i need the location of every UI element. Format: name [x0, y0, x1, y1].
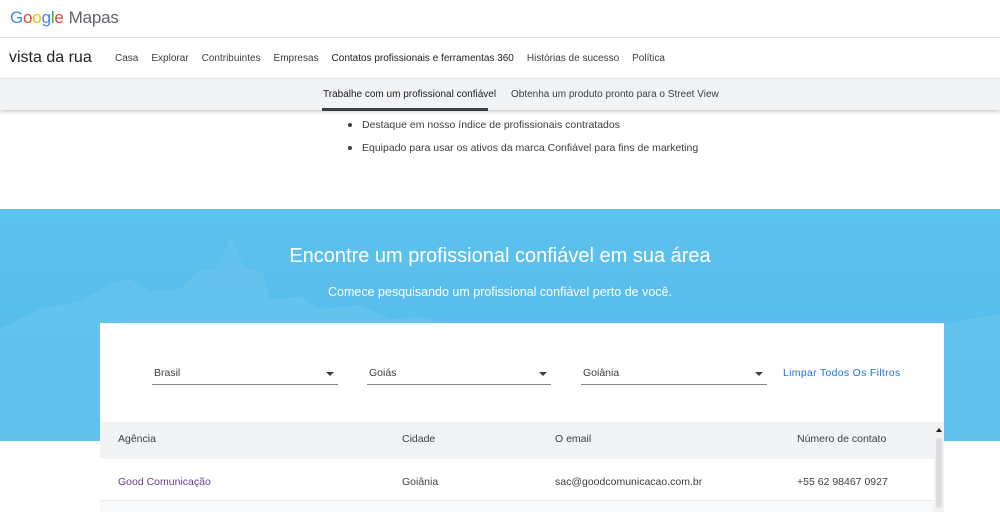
logo-letter: e: [54, 8, 64, 27]
list-item: Destaque em nosso índice de profissionai…: [346, 117, 698, 140]
brand-title[interactable]: vista da rua: [9, 49, 92, 67]
logo-letter: o: [32, 8, 42, 27]
logo-letter: o: [23, 8, 33, 27]
clear-filters-button[interactable]: Limpar Todos Os Filtros: [783, 367, 901, 379]
table-header: Agência Cidade O email Número de contato: [100, 422, 934, 459]
nav-link-politica[interactable]: Política: [632, 53, 665, 64]
scroll-up-icon[interactable]: [936, 428, 942, 432]
state-select[interactable]: Goiás: [367, 363, 551, 385]
state-value: Goiás: [369, 367, 397, 379]
phone-cell[interactable]: +55 62 98467 0927: [797, 476, 888, 488]
nav-link-empresas[interactable]: Empresas: [274, 53, 319, 64]
nav-links: Casa Explorar Contribuintes Empresas Con…: [115, 38, 678, 78]
nav-link-historias[interactable]: Histórias de sucesso: [527, 53, 619, 64]
active-tab-indicator: [322, 108, 488, 111]
country-select[interactable]: Brasil: [152, 363, 338, 385]
city-value: Goiânia: [583, 367, 620, 379]
table-row: [100, 501, 934, 512]
list-item: Equipado para usar os ativos da marca Co…: [346, 140, 698, 163]
agency-link[interactable]: Good Comunicação: [118, 476, 211, 488]
logo-letter: G: [10, 8, 24, 27]
header-cidade[interactable]: Cidade: [402, 433, 435, 445]
nav-link-contatos[interactable]: Contatos profissionais e ferramentas 360: [332, 53, 514, 64]
nav-link-explorar[interactable]: Explorar: [151, 53, 188, 64]
product-name: Mapas: [68, 8, 119, 27]
tab-produto[interactable]: Obtenha um produto pronto para o Street …: [511, 89, 719, 100]
header-email[interactable]: O email: [555, 433, 591, 445]
sub-nav: Trabalhe com um profissional confiável O…: [0, 78, 1000, 111]
main-nav: vista da rua Casa Explorar Contribuintes…: [0, 38, 1000, 78]
city-cell: Goiânia: [402, 476, 439, 488]
search-panel: Brasil Goiás Goiânia Limpar Todos Os Fil…: [100, 323, 944, 512]
hero-subtitle: Comece pesquisando um profissional confi…: [328, 285, 672, 299]
chevron-down-icon: [755, 372, 763, 376]
tab-profissional[interactable]: Trabalhe com um profissional confiável: [323, 89, 496, 100]
city-select[interactable]: Goiânia: [581, 363, 767, 385]
country-value: Brasil: [154, 367, 181, 379]
logo-letter: g: [41, 8, 51, 27]
header-agencia[interactable]: Agência: [118, 433, 156, 445]
nav-link-casa[interactable]: Casa: [115, 53, 138, 64]
top-bar: Google Mapas: [0, 0, 1000, 38]
header-contato[interactable]: Número de contato: [797, 433, 886, 445]
scroll-thumb[interactable]: [936, 438, 942, 508]
email-cell[interactable]: sac@goodcomunicacao.com.br: [555, 476, 702, 488]
google-maps-logo[interactable]: Google Mapas: [10, 8, 119, 28]
hero-title: Encontre um profissional confiável em su…: [289, 245, 711, 267]
chevron-down-icon: [326, 372, 334, 376]
chevron-down-icon: [539, 372, 547, 376]
nav-link-contribuintes[interactable]: Contribuintes: [202, 53, 261, 64]
table-row: Good Comunicação Goiânia sac@goodcomunic…: [100, 459, 934, 501]
benefits-list: Destaque em nosso índice de profissionai…: [346, 117, 698, 163]
table-scrollbar[interactable]: [934, 422, 944, 512]
